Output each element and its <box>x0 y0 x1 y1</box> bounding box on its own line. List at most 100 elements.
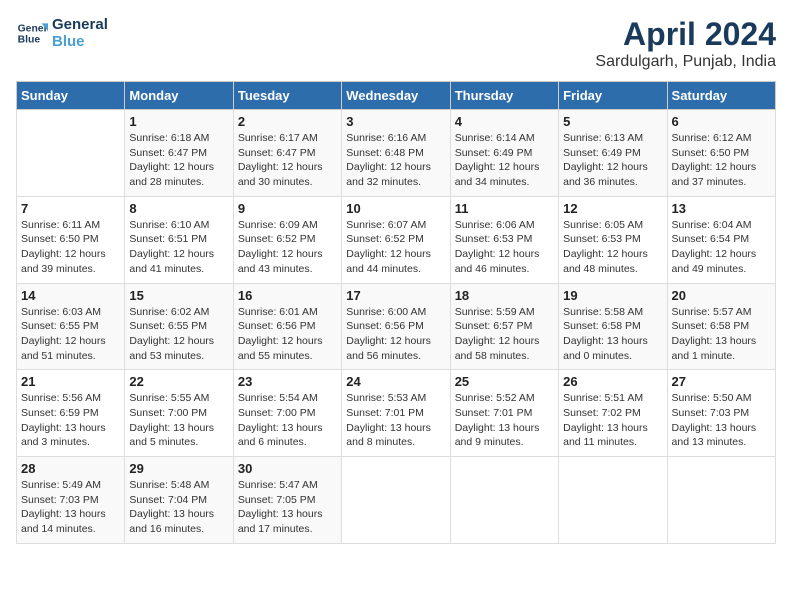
day-number: 16 <box>238 288 337 303</box>
day-number: 30 <box>238 461 337 476</box>
day-info: Sunrise: 6:12 AM Sunset: 6:50 PM Dayligh… <box>672 131 771 190</box>
day-info: Sunrise: 5:51 AM Sunset: 7:02 PM Dayligh… <box>563 391 662 450</box>
title-area: April 2024 Sardulgarh, Punjab, India <box>595 16 776 71</box>
main-title: April 2024 <box>595 16 776 53</box>
calendar-cell: 6 Sunrise: 6:12 AM Sunset: 6:50 PM Daylig… <box>667 110 775 197</box>
day-info: Sunrise: 5:57 AM Sunset: 6:58 PM Dayligh… <box>672 305 771 364</box>
day-number: 3 <box>346 114 445 129</box>
day-number: 19 <box>563 288 662 303</box>
svg-text:Blue: Blue <box>18 35 41 46</box>
calendar-cell: 30Sunrise: 5:47 AM Sunset: 7:05 PM Dayli… <box>233 457 341 544</box>
week-row-2: 7 Sunrise: 6:11 AM Sunset: 6:50 PM Daylig… <box>17 196 776 283</box>
logo-text-blue: Blue <box>52 33 108 50</box>
day-info: Sunrise: 5:53 AM Sunset: 7:01 PM Dayligh… <box>346 391 445 450</box>
calendar-cell <box>450 457 558 544</box>
day-header-friday: Friday <box>559 82 667 110</box>
day-info: Sunrise: 6:16 AM Sunset: 6:48 PM Dayligh… <box>346 131 445 190</box>
calendar-cell: 4Sunrise: 6:14 AM Sunset: 6:49 PM Daylig… <box>450 110 558 197</box>
day-info: Sunrise: 5:48 AM Sunset: 7:04 PM Dayligh… <box>129 478 228 537</box>
day-info: Sunrise: 5:50 AM Sunset: 7:03 PM Dayligh… <box>672 391 771 450</box>
header: General Blue General Blue April 2024 Sar… <box>16 16 776 71</box>
day-info: Sunrise: 6:10 AM Sunset: 6:51 PM Dayligh… <box>129 218 228 277</box>
day-info: Sunrise: 6:04 AM Sunset: 6:54 PM Dayligh… <box>672 218 771 277</box>
day-info: Sunrise: 5:54 AM Sunset: 7:00 PM Dayligh… <box>238 391 337 450</box>
calendar-cell: 13 Sunrise: 6:04 AM Sunset: 6:54 PM Dayli… <box>667 196 775 283</box>
day-number: 28 <box>21 461 120 476</box>
day-number: 29 <box>129 461 228 476</box>
day-header-sunday: Sunday <box>17 82 125 110</box>
day-number: 25 <box>455 374 554 389</box>
calendar-cell: 11Sunrise: 6:06 AM Sunset: 6:53 PM Dayli… <box>450 196 558 283</box>
calendar-cell: 27Sunrise: 5:50 AM Sunset: 7:03 PM Dayli… <box>667 370 775 457</box>
day-header-wednesday: Wednesday <box>342 82 450 110</box>
day-number: 7 <box>21 201 120 216</box>
day-info: Sunrise: 5:52 AM Sunset: 7:01 PM Dayligh… <box>455 391 554 450</box>
calendar-cell <box>559 457 667 544</box>
subtitle: Sardulgarh, Punjab, India <box>595 53 776 71</box>
calendar-cell: 12 Sunrise: 6:05 AM Sunset: 6:53 PM Dayli… <box>559 196 667 283</box>
day-info: Sunrise: 5:49 AM Sunset: 7:03 PM Dayligh… <box>21 478 120 537</box>
calendar-cell: 24 Sunrise: 5:53 AM Sunset: 7:01 PM Dayli… <box>342 370 450 457</box>
day-number: 1 <box>129 114 228 129</box>
header-row: SundayMondayTuesdayWednesdayThursdayFrid… <box>17 82 776 110</box>
day-info: Sunrise: 6:13 AM Sunset: 6:49 PM Dayligh… <box>563 131 662 190</box>
calendar-cell: 7 Sunrise: 6:11 AM Sunset: 6:50 PM Daylig… <box>17 196 125 283</box>
logo-icon: General Blue <box>16 17 48 49</box>
day-number: 6 <box>672 114 771 129</box>
calendar-cell: 20 Sunrise: 5:57 AM Sunset: 6:58 PM Dayli… <box>667 283 775 370</box>
day-number: 20 <box>672 288 771 303</box>
calendar-cell: 17Sunrise: 6:00 AM Sunset: 6:56 PM Dayli… <box>342 283 450 370</box>
week-row-1: 1 Sunrise: 6:18 AM Sunset: 6:47 PM Daylig… <box>17 110 776 197</box>
calendar-cell: 15Sunrise: 6:02 AM Sunset: 6:55 PM Dayli… <box>125 283 233 370</box>
day-number: 15 <box>129 288 228 303</box>
day-number: 21 <box>21 374 120 389</box>
day-info: Sunrise: 5:55 AM Sunset: 7:00 PM Dayligh… <box>129 391 228 450</box>
calendar-cell: 9 Sunrise: 6:09 AM Sunset: 6:52 PM Daylig… <box>233 196 341 283</box>
calendar-cell: 19Sunrise: 5:58 AM Sunset: 6:58 PM Dayli… <box>559 283 667 370</box>
day-number: 23 <box>238 374 337 389</box>
calendar-cell: 18 Sunrise: 5:59 AM Sunset: 6:57 PM Dayli… <box>450 283 558 370</box>
day-number: 4 <box>455 114 554 129</box>
day-number: 18 <box>455 288 554 303</box>
day-number: 14 <box>21 288 120 303</box>
day-number: 2 <box>238 114 337 129</box>
calendar-cell: 8Sunrise: 6:10 AM Sunset: 6:51 PM Daylig… <box>125 196 233 283</box>
calendar-cell <box>17 110 125 197</box>
day-number: 13 <box>672 201 771 216</box>
calendar-cell: 1 Sunrise: 6:18 AM Sunset: 6:47 PM Daylig… <box>125 110 233 197</box>
day-header-thursday: Thursday <box>450 82 558 110</box>
calendar-cell: 23 Sunrise: 5:54 AM Sunset: 7:00 PM Dayli… <box>233 370 341 457</box>
calendar-cell <box>667 457 775 544</box>
calendar-cell: 10Sunrise: 6:07 AM Sunset: 6:52 PM Dayli… <box>342 196 450 283</box>
logo: General Blue General Blue <box>16 16 108 50</box>
day-number: 24 <box>346 374 445 389</box>
calendar-cell: 21 Sunrise: 5:56 AM Sunset: 6:59 PM Dayli… <box>17 370 125 457</box>
day-number: 26 <box>563 374 662 389</box>
day-info: Sunrise: 6:05 AM Sunset: 6:53 PM Dayligh… <box>563 218 662 277</box>
calendar-cell: 26 Sunrise: 5:51 AM Sunset: 7:02 PM Dayli… <box>559 370 667 457</box>
day-info: Sunrise: 6:17 AM Sunset: 6:47 PM Dayligh… <box>238 131 337 190</box>
calendar-cell <box>342 457 450 544</box>
calendar-cell: 2 Sunrise: 6:17 AM Sunset: 6:47 PM Daylig… <box>233 110 341 197</box>
day-info: Sunrise: 5:56 AM Sunset: 6:59 PM Dayligh… <box>21 391 120 450</box>
day-info: Sunrise: 6:06 AM Sunset: 6:53 PM Dayligh… <box>455 218 554 277</box>
day-number: 9 <box>238 201 337 216</box>
logo-text-general: General <box>52 16 108 33</box>
day-number: 22 <box>129 374 228 389</box>
calendar-cell: 16 Sunrise: 6:01 AM Sunset: 6:56 PM Dayli… <box>233 283 341 370</box>
week-row-5: 28 Sunrise: 5:49 AM Sunset: 7:03 PM Dayli… <box>17 457 776 544</box>
calendar-cell: 22 Sunrise: 5:55 AM Sunset: 7:00 PM Dayli… <box>125 370 233 457</box>
day-number: 12 <box>563 201 662 216</box>
calendar-table: SundayMondayTuesdayWednesdayThursdayFrid… <box>16 81 776 544</box>
day-info: Sunrise: 6:18 AM Sunset: 6:47 PM Dayligh… <box>129 131 228 190</box>
week-row-3: 14Sunrise: 6:03 AM Sunset: 6:55 PM Dayli… <box>17 283 776 370</box>
day-header-tuesday: Tuesday <box>233 82 341 110</box>
day-info: Sunrise: 6:00 AM Sunset: 6:56 PM Dayligh… <box>346 305 445 364</box>
day-info: Sunrise: 6:11 AM Sunset: 6:50 PM Dayligh… <box>21 218 120 277</box>
day-info: Sunrise: 6:07 AM Sunset: 6:52 PM Dayligh… <box>346 218 445 277</box>
day-header-saturday: Saturday <box>667 82 775 110</box>
day-info: Sunrise: 6:01 AM Sunset: 6:56 PM Dayligh… <box>238 305 337 364</box>
day-info: Sunrise: 6:09 AM Sunset: 6:52 PM Dayligh… <box>238 218 337 277</box>
calendar-cell: 14Sunrise: 6:03 AM Sunset: 6:55 PM Dayli… <box>17 283 125 370</box>
day-info: Sunrise: 5:59 AM Sunset: 6:57 PM Dayligh… <box>455 305 554 364</box>
